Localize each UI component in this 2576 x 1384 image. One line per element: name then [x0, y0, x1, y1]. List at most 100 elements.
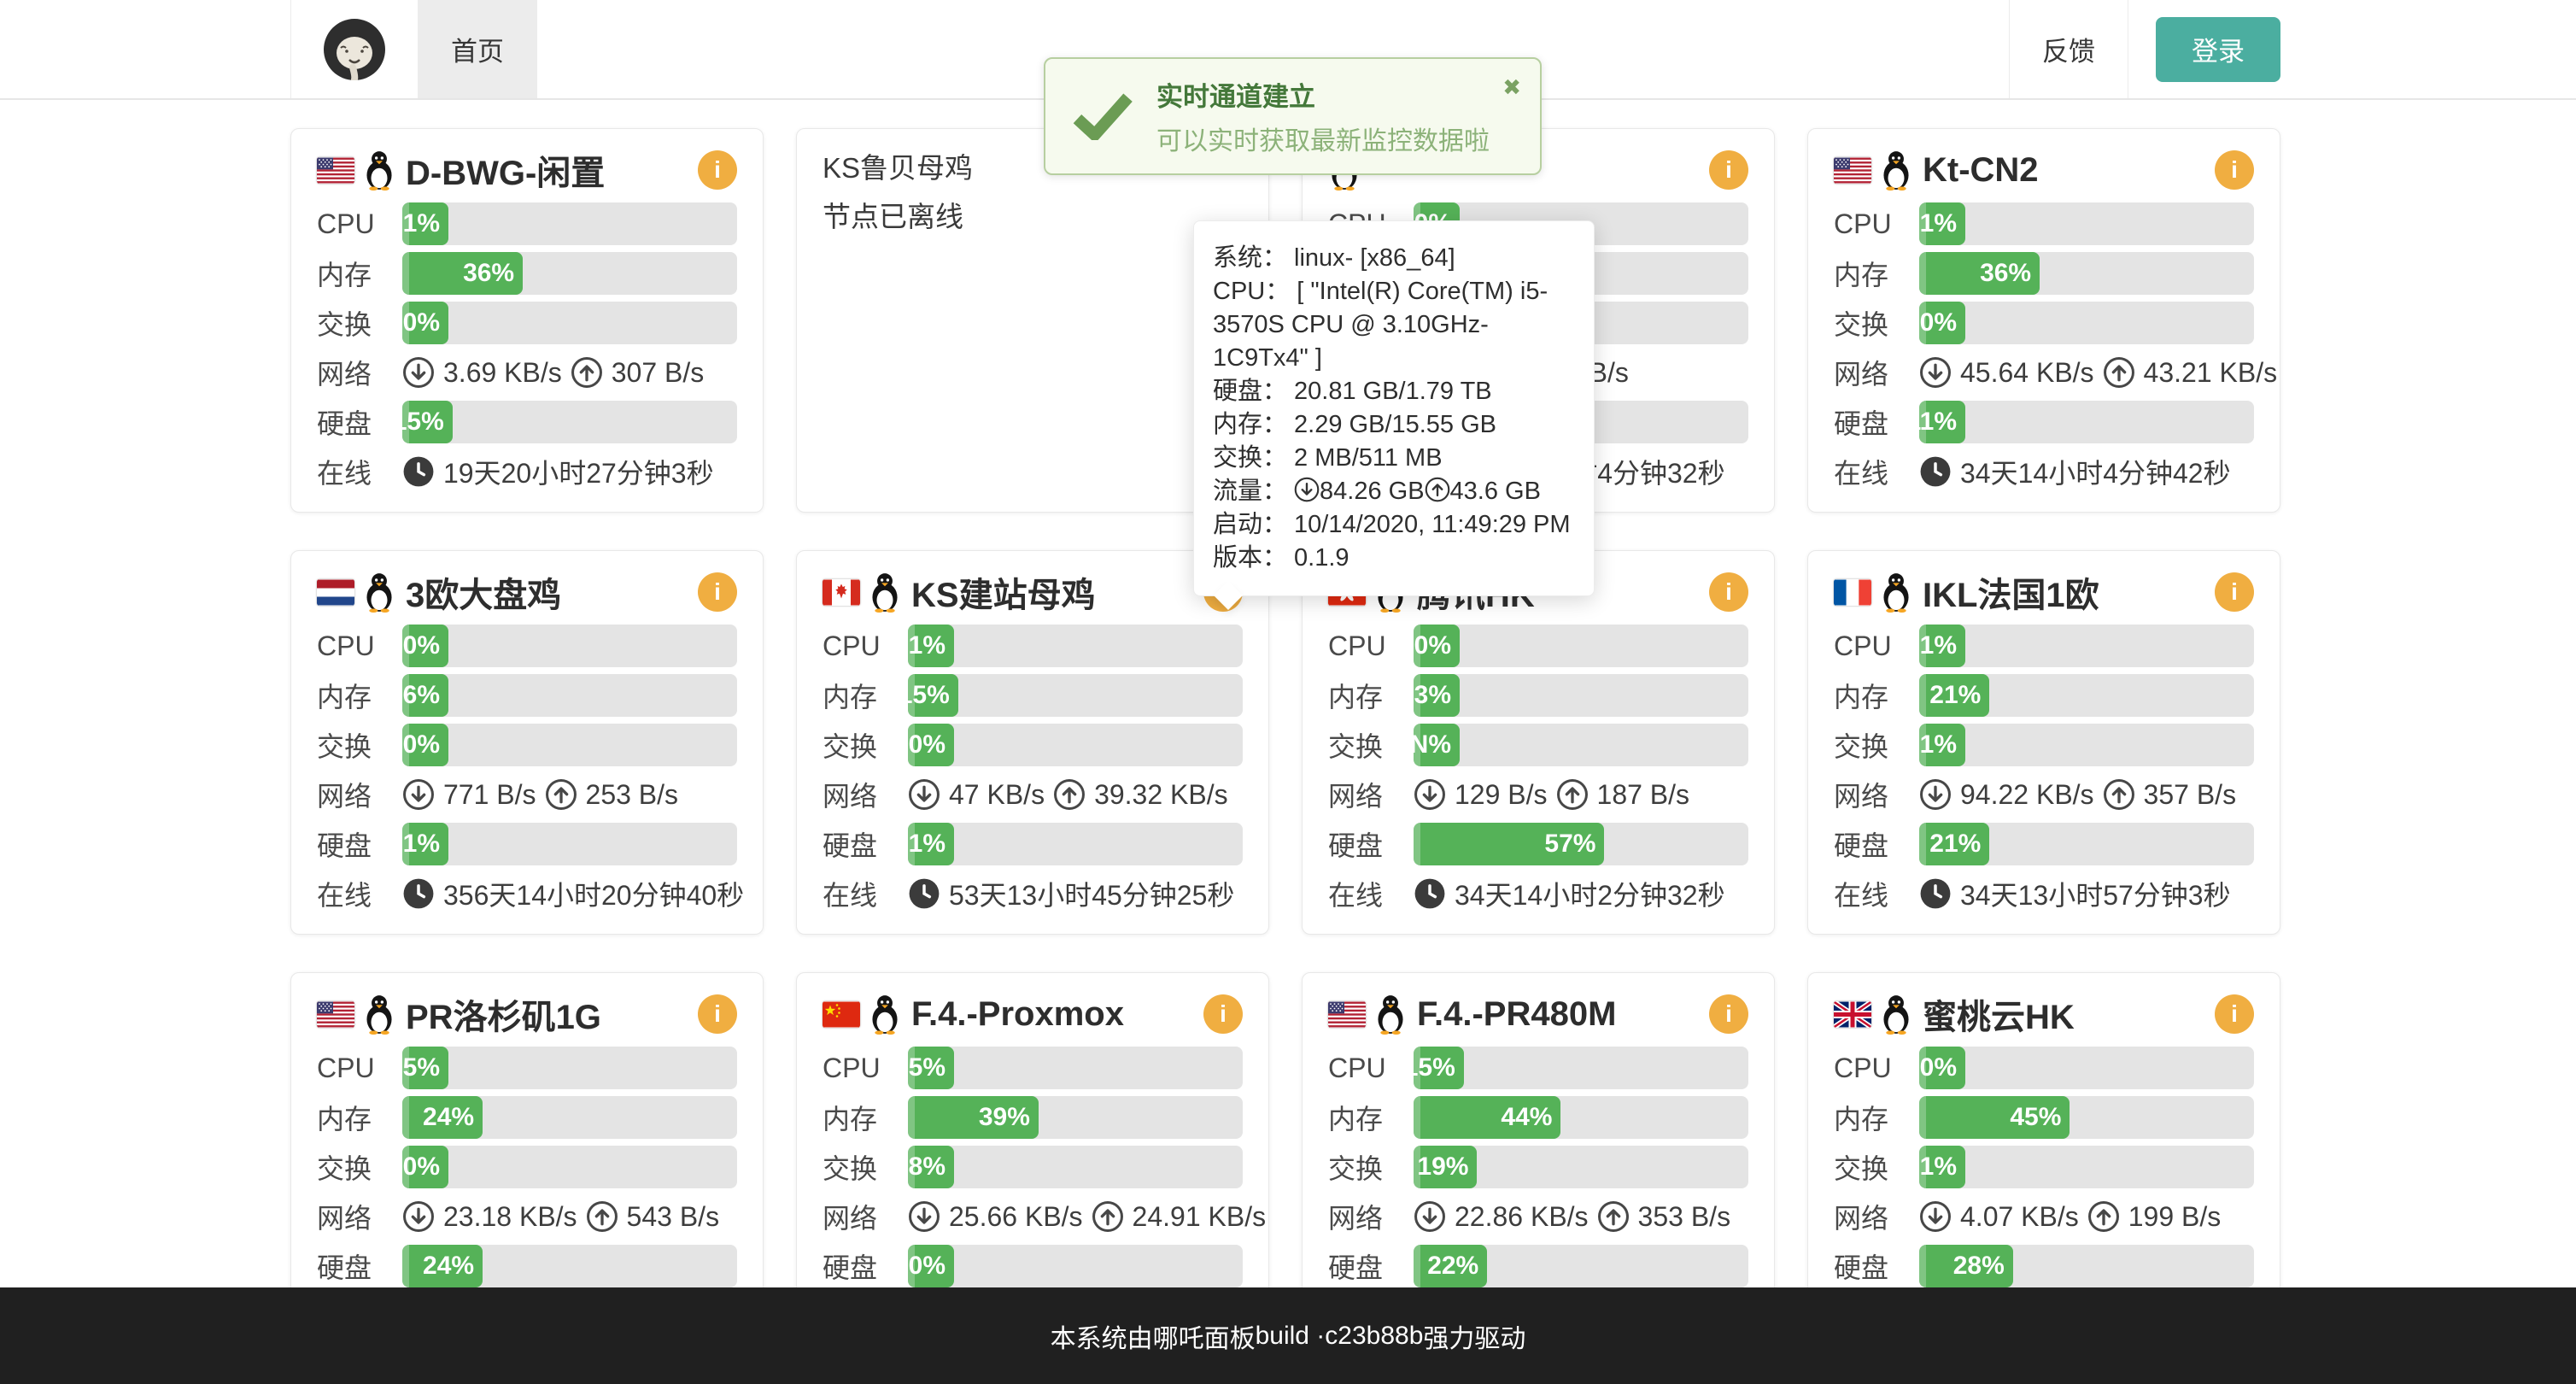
cpu-bar-fill: 15% — [1414, 1047, 1464, 1089]
tooltip-row-value: 2 MB/511 MB — [1294, 444, 1443, 472]
info-icon[interactable]: i — [698, 150, 737, 190]
mem-bar-fill: 21% — [1919, 674, 1989, 717]
mem-bar: 3% — [1414, 674, 1748, 717]
cpu-bar-fill: 1% — [1919, 625, 1965, 667]
site-logo[interactable] — [290, 0, 419, 98]
mem-row: 内存 45% — [1834, 1096, 2254, 1139]
mem-bar-fill: 3% — [1414, 674, 1460, 717]
info-icon[interactable]: i — [2215, 150, 2254, 190]
disk-bar-fill: 22% — [1414, 1245, 1487, 1287]
mem-label: 内存 — [823, 1098, 908, 1137]
disk-bar: 28% — [1919, 1245, 2254, 1287]
online-label: 在线 — [1834, 874, 1919, 913]
swap-row: 交换 0% — [1834, 302, 2254, 344]
info-icon[interactable]: i — [2215, 572, 2254, 612]
cpu-bar: 0% — [402, 625, 737, 667]
swap-label: 交换 — [1328, 1147, 1414, 1187]
swap-label: 交换 — [823, 1147, 908, 1187]
download-icon — [1919, 778, 1952, 811]
disk-label: 硬盘 — [1834, 824, 1919, 864]
cpu-label: CPU — [317, 208, 402, 240]
mem-bar: 44% — [1414, 1096, 1748, 1139]
nav-home-label: 首页 — [451, 30, 504, 68]
net-label: 网络 — [1328, 1197, 1414, 1236]
tooltip-row: 系统：linux- [x86_64] — [1213, 242, 1575, 275]
cpu-label: CPU — [1328, 630, 1414, 662]
linux-os-icon — [869, 572, 901, 613]
cpu-bar-fill: 5% — [402, 1047, 448, 1089]
info-icon[interactable]: i — [1709, 150, 1748, 190]
mem-bar: 39% — [908, 1096, 1243, 1139]
clock-icon — [402, 455, 435, 488]
linux-os-icon — [1374, 994, 1407, 1035]
swap-row: 交换 1% — [1834, 1146, 2254, 1188]
cpu-label: CPU — [1834, 208, 1919, 240]
panel-name-link[interactable]: 哪吒面板 — [1153, 1317, 1256, 1355]
net-text: 47 KB/s 39.32 KB/s — [908, 778, 1228, 811]
nav-feedback-link[interactable]: 反馈 — [2009, 0, 2128, 98]
net-label: 网络 — [1834, 775, 1919, 814]
mem-percent: 24% — [423, 1103, 474, 1132]
info-icon[interactable]: i — [1203, 994, 1243, 1034]
card-header: F.4.-PR480M i — [1328, 990, 1748, 1038]
cpu-row: CPU 0% — [1328, 625, 1748, 667]
net-label: 网络 — [317, 775, 402, 814]
server-name: F.4.-PR480M — [1417, 995, 1616, 1034]
online-row: 在线 34天13小时57分钟3秒 — [1834, 872, 2254, 915]
swap-label: 交换 — [1328, 725, 1414, 765]
card-header: KS建站母鸡 i — [823, 568, 1243, 616]
info-icon[interactable]: i — [1709, 994, 1748, 1034]
info-icon[interactable]: i — [698, 572, 737, 612]
uptime-text: 356天14小时20分钟40秒 — [402, 874, 744, 913]
server-name: PR洛杉矶1G — [406, 989, 601, 1039]
swap-row: 交换 0% — [317, 1146, 737, 1188]
swap-row: 交换 N% — [1328, 724, 1748, 766]
nav-home-tab[interactable]: 首页 — [419, 0, 537, 98]
cpu-bar: 5% — [908, 1047, 1243, 1089]
cpu-bar: 5% — [402, 1047, 737, 1089]
disk-percent: 57% — [1544, 830, 1595, 859]
clock-icon — [1414, 877, 1446, 910]
mem-bar-fill: 36% — [1919, 252, 2040, 295]
mem-row: 内存 36% — [317, 252, 737, 295]
clock-icon — [1919, 877, 1952, 910]
upload-icon — [2087, 1200, 2120, 1233]
net-row: 网络 129 B/s 187 B/s — [1328, 773, 1748, 816]
toast-text: 实时通道建立 可以实时获取最新监控数据啦 — [1156, 75, 1490, 157]
cpu-bar-fill: 0% — [402, 625, 448, 667]
uptime-value: 34天14小时4分钟42秒 — [1960, 452, 2231, 491]
country-flag-icon — [1834, 579, 1871, 606]
online-label: 在线 — [317, 452, 402, 491]
download-icon — [1414, 1200, 1446, 1233]
swap-label: 交换 — [317, 1147, 402, 1187]
mem-bar: 36% — [402, 252, 737, 295]
disk-row: 硬盘 1% — [823, 823, 1243, 865]
disk-row: 硬盘 57% — [1328, 823, 1748, 865]
net-up-value: 253 B/s — [586, 779, 679, 811]
tooltip-row: 版本：0.1.9 — [1213, 542, 1575, 575]
mem-label: 内存 — [1834, 676, 1919, 715]
net-row: 网络 22.86 KB/s 353 B/s — [1328, 1195, 1748, 1238]
disk-row: 硬盘 1% — [317, 823, 737, 865]
cpu-label: CPU — [823, 630, 908, 662]
tooltip-row-label: 流量： — [1213, 478, 1287, 505]
toast-message: 可以实时获取最新监控数据啦 — [1156, 120, 1490, 157]
swap-label: 交换 — [1834, 725, 1919, 765]
disk-bar: 11% — [1919, 401, 2254, 443]
login-button[interactable]: 登录 — [2156, 17, 2280, 82]
server-card: KS建站母鸡 i CPU 1% 内存 15% 交换 0% — [796, 550, 1269, 935]
net-up-value: 39.32 KB/s — [1094, 779, 1228, 811]
info-icon[interactable]: i — [1709, 572, 1748, 612]
tooltip-row: 交换：2 MB/511 MB — [1213, 442, 1575, 475]
server-card: D-BWG-闲置 i CPU 1% 内存 36% 交换 0% — [290, 128, 764, 513]
net-text: 22.86 KB/s 353 B/s — [1414, 1200, 1730, 1233]
close-icon[interactable]: ✖ — [1502, 76, 1521, 98]
online-row: 在线 34天14小时4分钟42秒 — [1834, 450, 2254, 493]
swap-label: 交换 — [317, 303, 402, 343]
cpu-bar: 0% — [1414, 625, 1748, 667]
uptime-text: 34天13小时57分钟3秒 — [1919, 874, 2231, 913]
build-hash-link[interactable]: c23b88b — [1325, 1322, 1423, 1351]
cpu-row: CPU 1% — [317, 202, 737, 245]
info-icon[interactable]: i — [698, 994, 737, 1034]
info-icon[interactable]: i — [2215, 994, 2254, 1034]
